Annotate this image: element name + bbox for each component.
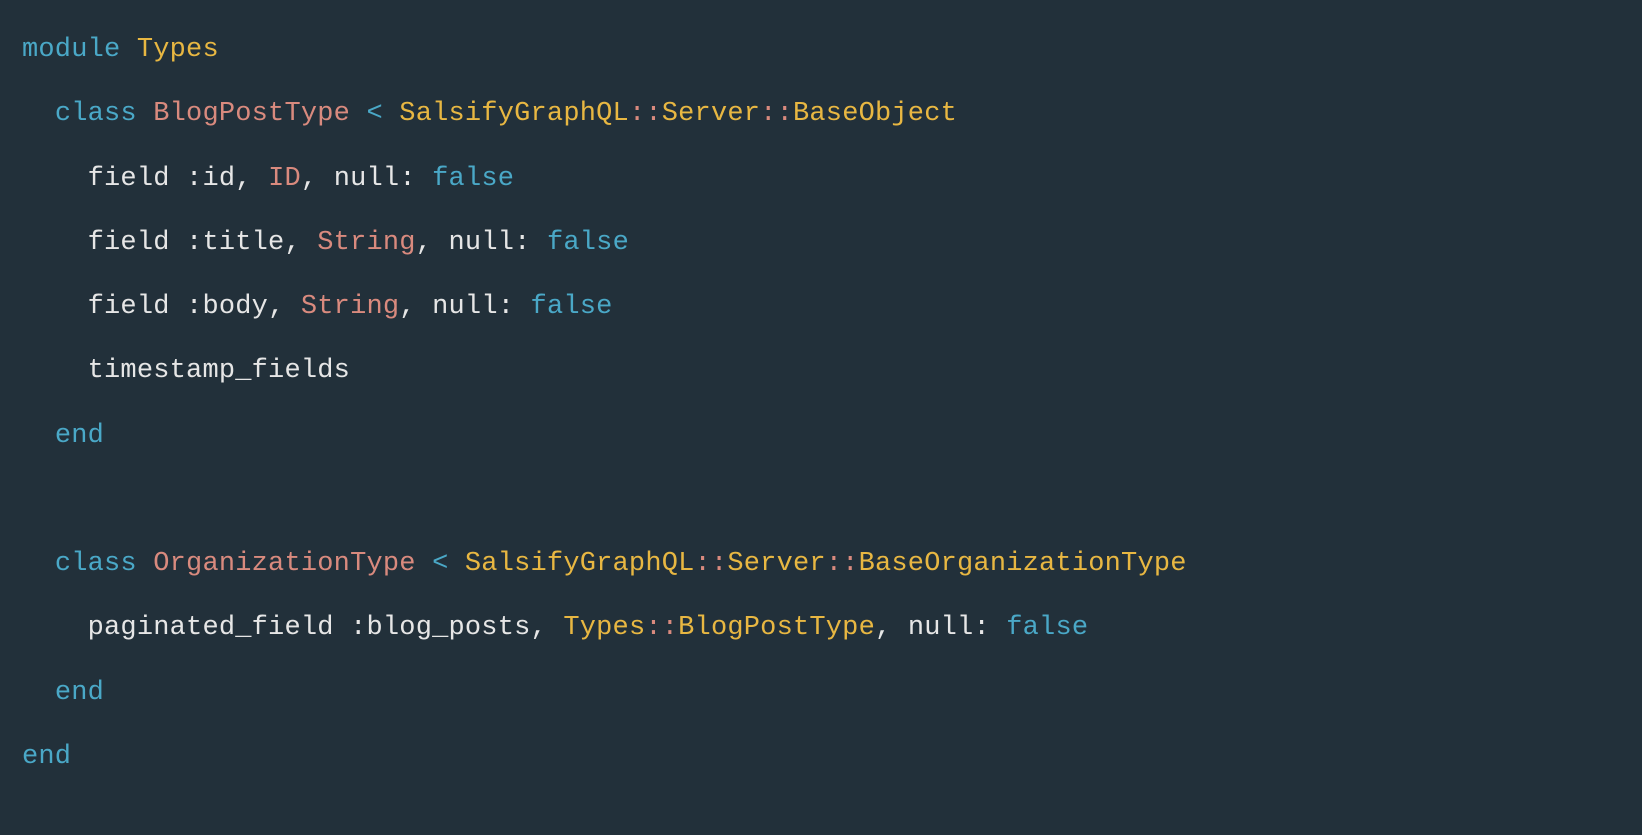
kw-class: class [55, 99, 137, 129]
punc-colon: : [973, 613, 989, 643]
sym-id: :id [186, 164, 235, 194]
punc-colon: : [514, 228, 530, 258]
sep-dcolon: :: [826, 549, 859, 579]
cname-string: String [317, 228, 415, 258]
const-baseorganizationtype: BaseOrganizationType [859, 549, 1187, 579]
op-lt: < [432, 549, 448, 579]
punc-comma: , [875, 613, 891, 643]
id-paginated-field: paginated_field [88, 613, 334, 643]
const-types: Types [563, 613, 645, 643]
kw-false: false [432, 164, 514, 194]
sep-dcolon: :: [645, 613, 678, 643]
kw-false: false [1006, 613, 1088, 643]
punc-comma: , [235, 164, 251, 194]
const-blogposttype: BlogPostType [678, 613, 875, 643]
kw-false: false [547, 228, 629, 258]
sep-dcolon: :: [760, 99, 793, 129]
punc-colon: : [498, 292, 514, 322]
const-server: Server [662, 99, 760, 129]
kw-end: end [55, 678, 104, 708]
kw-end: end [22, 742, 71, 772]
const-server: Server [727, 549, 825, 579]
sym-title: :title [186, 228, 284, 258]
const-salsifygraphql: SalsifyGraphQL [465, 549, 695, 579]
cname-id: ID [268, 164, 301, 194]
punc-comma: , [416, 228, 432, 258]
punc-colon: : [399, 164, 415, 194]
classname-blogposttype: BlogPostType [153, 99, 350, 129]
kw-class: class [55, 549, 137, 579]
kw-null: null [449, 228, 515, 258]
kw-false: false [531, 292, 613, 322]
punc-comma: , [268, 292, 284, 322]
sep-dcolon: :: [695, 549, 728, 579]
const-types: Types [137, 35, 219, 65]
code-block: module Types class BlogPostType < Salsif… [0, 0, 1642, 807]
punc-comma: , [531, 613, 547, 643]
id-timestamp-fields: timestamp_fields [88, 356, 350, 386]
kw-end: end [55, 421, 104, 451]
const-baseobject: BaseObject [793, 99, 957, 129]
punc-comma: , [284, 228, 300, 258]
kw-module: module [22, 35, 120, 65]
id-field: field [88, 164, 170, 194]
op-lt: < [366, 99, 382, 129]
kw-null: null [334, 164, 400, 194]
sym-body: :body [186, 292, 268, 322]
id-field: field [88, 292, 170, 322]
id-field: field [88, 228, 170, 258]
classname-organizationtype: OrganizationType [153, 549, 415, 579]
cname-string: String [301, 292, 399, 322]
const-salsifygraphql: SalsifyGraphQL [399, 99, 629, 129]
kw-null: null [908, 613, 974, 643]
punc-comma: , [399, 292, 415, 322]
sep-dcolon: :: [629, 99, 662, 129]
kw-null: null [432, 292, 498, 322]
punc-comma: , [301, 164, 317, 194]
sym-blog-posts: :blog_posts [350, 613, 530, 643]
